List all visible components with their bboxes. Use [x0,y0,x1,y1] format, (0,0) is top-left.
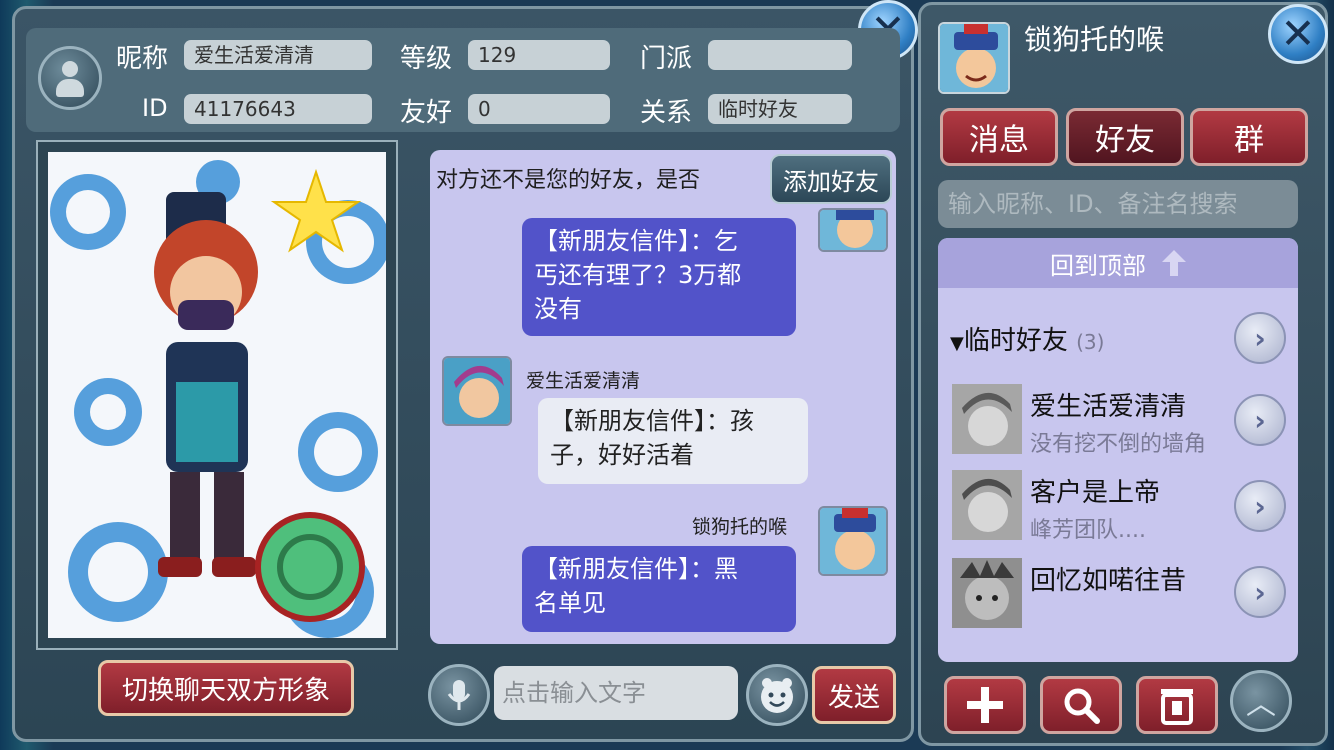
friendship-label: 友好 [400,98,453,128]
chevron-right-icon[interactable]: › [1234,312,1286,364]
level-label: 等级 [400,44,453,74]
character-portrait-frame [36,140,398,650]
chat-input[interactable]: 点击输入文字 [494,666,738,720]
collapse-up-icon[interactable]: ︿ [1230,670,1292,732]
message-bubble-mine: 【新朋友信件】：乞 丐还有理了？3万都 没有 [522,218,796,336]
caret-down-icon: ▼ [950,333,964,354]
chevron-right-icon[interactable]: › [1234,566,1286,618]
add-friend-button[interactable]: 添加好友 [770,154,892,204]
emoji-icon[interactable] [746,664,808,726]
tab-groups[interactable]: 群 [1190,108,1308,166]
my-name: 锁狗托的喉 [692,516,788,538]
switch-appearance-button[interactable]: 切换聊天双方形象 [98,660,354,716]
friend-avatar [952,558,1022,628]
chevron-right-icon[interactable]: › [1234,480,1286,532]
player-name: 锁狗托的喉 [1024,23,1165,56]
close-panel-icon[interactable]: ✕ [1268,4,1328,64]
nickname-field: 爱生活爱清清 [184,40,372,70]
friend-signature: 没有挖不倒的墙角 [1030,432,1207,457]
add-icon[interactable] [944,676,1026,734]
search-icon[interactable] [1040,676,1122,734]
friend-name[interactable]: 客户是上帝 [1030,472,1160,509]
my-avatar-2 [818,506,888,576]
character-portrait [48,152,386,638]
tab-messages[interactable]: 消息 [940,108,1058,166]
friend-name[interactable]: 爱生活爱清清 [1030,386,1186,423]
profile-button[interactable] [38,46,102,110]
sender-name: 爱生活爱清清 [526,370,641,392]
friend-avatar [952,470,1022,540]
microphone-icon[interactable] [428,664,490,726]
tab-friends[interactable]: 好友 [1066,108,1184,166]
id-field: 41176643 [184,94,372,124]
back-to-top-button[interactable]: 回到顶部 [938,238,1298,288]
my-avatar [818,208,888,252]
level-field: 129 [468,40,610,70]
friend-avatar [952,384,1022,454]
friend-list: 回到顶部 ▼临时好友 (3) › 爱生活爱清清 没有挖不倒的墙角 › 客户是上帝… [938,238,1298,662]
not-friend-notice: 对方还不是您的好友，是否 [436,168,701,193]
chevron-right-icon[interactable]: › [1234,394,1286,446]
friend-search-input[interactable]: 输入昵称、ID、备注名搜索 [938,180,1298,228]
chat-area: 对方还不是您的好友，是否 添加好友 【新朋友信件】：乞 丐还有理了？3万都 没有… [430,150,896,644]
relation-field: 临时好友 [708,94,852,124]
arrow-up-icon [1162,250,1186,276]
player-avatar[interactable] [938,22,1010,94]
message-bubble-mine-2: 【新朋友信件】：黑 名单见 [522,546,796,632]
school-label: 门派 [640,44,693,74]
school-field [708,40,852,70]
group-header[interactable]: ▼临时好友 (3) [950,320,1104,357]
friend-signature: 峰芳团队.... [1030,518,1146,543]
id-label: ID [142,94,168,122]
relation-label: 关系 [640,98,693,128]
sender-avatar [442,356,512,426]
friend-name[interactable]: 回忆如喏往昔 [1030,560,1186,597]
send-button[interactable]: 发送 [812,666,896,724]
friendship-field: 0 [468,94,610,124]
nickname-label: 昵称 [116,44,169,74]
message-bubble-other: 【新朋友信件】：孩 子，好好活着 [538,398,808,484]
delete-icon[interactable] [1136,676,1218,734]
